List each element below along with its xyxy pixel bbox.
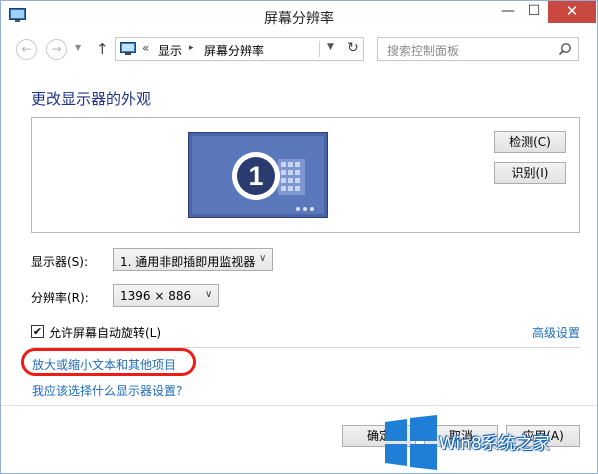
resolution-label: 分辨率(R):: [31, 291, 89, 305]
resolution-select-value: 1396 × 886: [120, 289, 192, 303]
minimize-button[interactable]: —: [495, 1, 521, 23]
forward-button[interactable]: →: [46, 39, 67, 60]
display-settings-window: 屏幕分辨率 — ☐ ✕ ← → ▼ ↑ « 显示 ▸ 屏幕分辨率 ▼ ↻ 搜索控…: [0, 0, 598, 474]
chevron-down-icon: ∨: [205, 289, 213, 300]
identify-button[interactable]: 识别(I): [494, 162, 566, 184]
chevron-down-icon: ∨: [259, 253, 267, 264]
back-button[interactable]: ←: [16, 39, 37, 60]
detect-button[interactable]: 检测(C): [494, 131, 566, 153]
search-placeholder: 搜索控制面板: [387, 44, 460, 58]
address-bar[interactable]: « 显示 ▸ 屏幕分辨率 ▼ ↻: [115, 37, 364, 61]
auto-rotate-label[interactable]: 允许屏幕自动旋转(L): [49, 324, 161, 341]
footer-divider: [1, 405, 597, 406]
display-select[interactable]: 1. 通用非即插即用监视器 ∨: [113, 248, 273, 271]
recent-locations-chevron-icon[interactable]: ▼: [75, 43, 81, 52]
resolution-select[interactable]: 1396 × 886 ∨: [113, 284, 219, 307]
advanced-settings-link[interactable]: 高级设置: [532, 324, 580, 341]
page-heading: 更改显示器的外观: [31, 90, 152, 108]
address-divider: [319, 41, 320, 57]
breadcrumb-screen-resolution[interactable]: 屏幕分辨率: [204, 42, 264, 59]
display-settings-help-link[interactable]: 我应该选择什么显示器设置?: [32, 382, 182, 399]
title-bar[interactable]: 屏幕分辨率 — ☐ ✕: [1, 1, 597, 32]
display-select-value: 1. 通用非即插即用监视器: [120, 255, 256, 269]
search-icon[interactable]: [558, 42, 572, 56]
breadcrumb-separator-icon[interactable]: ▸: [189, 43, 194, 53]
close-button[interactable]: ✕: [548, 1, 596, 23]
maximize-button[interactable]: ☐: [521, 1, 547, 23]
watermark-text: Win8系统之家: [439, 434, 550, 454]
control-panel-icon: [120, 42, 136, 55]
monitor-arrangement-panel: 1 检测(C) 识别(I): [31, 117, 580, 233]
up-button[interactable]: ↑: [96, 40, 109, 58]
refresh-button[interactable]: ↻: [347, 40, 359, 56]
navigation-bar: ← → ▼ ↑ « 显示 ▸ 屏幕分辨率 ▼ ↻ 搜索控制面板: [1, 32, 597, 66]
display-label: 显示器(S):: [31, 255, 89, 269]
monitor-number-label: 1: [248, 161, 263, 191]
text-size-link[interactable]: 放大或缩小文本和其他项目: [32, 356, 176, 373]
auto-rotate-checkbox[interactable]: ✔: [31, 325, 44, 338]
breadcrumb-display[interactable]: 显示: [158, 42, 182, 59]
address-dropdown-icon[interactable]: ▼: [327, 42, 334, 52]
search-box[interactable]: 搜索控制面板: [377, 37, 579, 61]
monitor-1-icon[interactable]: 1: [188, 132, 328, 218]
breadcrumb-overflow-icon[interactable]: «: [142, 41, 149, 55]
